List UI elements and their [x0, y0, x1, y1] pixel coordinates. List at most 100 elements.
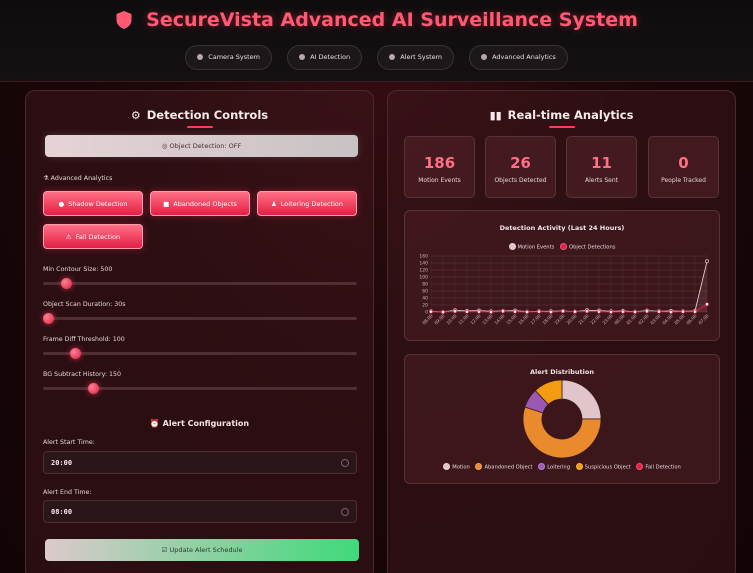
shadow-detection-button[interactable]: ● Shadow Detection	[43, 191, 143, 216]
stat-label: Objects Detected	[494, 177, 547, 184]
data-point	[429, 309, 433, 314]
feature-label: Abandoned Objects	[173, 200, 237, 208]
nav-dot-icon	[389, 53, 396, 60]
x-tick-label: 23:00	[601, 313, 614, 326]
legend-swatch	[475, 463, 483, 470]
alert-distribution-chart: Alert Distribution Motion Abandoned Obje…	[404, 354, 720, 484]
x-tick-label: 20:00	[565, 313, 578, 326]
data-point	[513, 309, 517, 314]
feature-label: Shadow Detection	[68, 200, 128, 208]
nav-label: Alert System	[400, 53, 442, 61]
time-value: 20:00	[51, 459, 73, 467]
clock-icon[interactable]	[341, 508, 349, 516]
detection-controls-panel: ⚙ Detection Controls ◎ Object Detection: …	[25, 90, 374, 573]
y-tick-label: 140	[419, 261, 428, 267]
nav-camera-system[interactable]: Camera System	[185, 45, 273, 70]
legend-item[interactable]: Abandoned Object	[475, 463, 533, 471]
realtime-analytics-panel: ▮▮ Real-time Analytics 186 Motion Events 2…	[387, 90, 736, 573]
legend-swatch	[575, 463, 583, 470]
data-point	[525, 310, 529, 314]
data-point	[633, 310, 637, 314]
legend-label: Suspicious Object	[584, 464, 631, 471]
nav-label: Camera System	[208, 53, 261, 61]
nav-dot-icon	[299, 53, 306, 60]
x-tick-label: 01:00	[625, 313, 638, 326]
slider-thumb[interactable]	[70, 348, 82, 359]
object-detection-toggle-button[interactable]: ◎ Object Detection: OFF	[45, 135, 358, 157]
bg-history-slider[interactable]	[43, 383, 357, 394]
nav-alert-system[interactable]: Alert System	[377, 45, 454, 70]
alert-end-time-input[interactable]: 08:00	[43, 500, 357, 523]
data-point	[453, 309, 457, 314]
x-tick-label: 22:00	[589, 313, 602, 326]
clock-icon[interactable]	[341, 459, 349, 467]
data-point	[477, 309, 481, 314]
y-tick-label: 120	[419, 268, 428, 274]
nav-ai-detection[interactable]: AI Detection	[287, 45, 363, 70]
alert-start-label: Alert Start Time:	[43, 439, 95, 446]
fall-detection-button[interactable]: ⚠ Fall Detection	[43, 224, 143, 249]
panel-title: Detection Controls	[146, 108, 269, 122]
legend-item[interactable]: Motion	[443, 463, 470, 471]
legend-item[interactable]: Suspicious Object	[575, 463, 631, 471]
frame-diff-slider[interactable]	[43, 348, 357, 359]
update-alert-schedule-button[interactable]: ☑ Update Alert Schedule	[45, 539, 359, 561]
data-point	[561, 309, 565, 314]
app-title: SecureVista Advanced AI Surveillance Sys…	[146, 9, 638, 31]
nav-dot-icon	[197, 53, 204, 60]
x-tick-label: 07:00	[697, 313, 710, 326]
loitering-detection-button[interactable]: ♟ Loitering Detection	[257, 191, 357, 216]
legend-item[interactable]: Loitering	[538, 463, 570, 471]
panel-title: Real-time Analytics	[507, 108, 634, 122]
alarm-icon: ⚠	[65, 233, 72, 241]
person-icon: ♟	[270, 200, 277, 208]
nav-label: AI Detection	[310, 53, 351, 61]
alert-start-time-input[interactable]: 20:00	[43, 451, 357, 474]
y-tick-label: 20	[422, 303, 428, 309]
y-tick-label: 60	[422, 289, 428, 295]
series-line	[430, 261, 708, 313]
abandoned-objects-button[interactable]: ■ Abandoned Objects	[150, 191, 250, 216]
heading-underline	[548, 126, 575, 128]
y-tick-label: 100	[419, 275, 428, 281]
top-nav: Camera System AI Detection Alert System …	[0, 44, 753, 70]
slider-thumb[interactable]	[88, 383, 100, 394]
data-point	[693, 309, 697, 314]
slider-thumb[interactable]	[61, 278, 73, 289]
min-contour-slider[interactable]	[43, 278, 357, 289]
stat-card-people: 0 People Tracked	[648, 136, 719, 198]
data-point	[705, 302, 709, 307]
slider-label-scan-duration: Object Scan Duration: 30s	[43, 301, 126, 308]
series-area	[431, 261, 707, 312]
stat-label: Alerts Sent	[585, 177, 618, 184]
slider-label-bg-history: BG Subtract History: 150	[43, 371, 122, 378]
slider-thumb[interactable]	[43, 313, 54, 324]
time-value: 08:00	[51, 508, 73, 516]
x-tick-label: 03:00	[649, 313, 662, 326]
y-tick-label: 80	[422, 282, 428, 288]
advanced-analytics-label: ⚗ Advanced Analytics	[43, 175, 112, 182]
data-point	[645, 309, 649, 314]
package-icon: ■	[163, 200, 170, 208]
stat-value: 26	[510, 154, 531, 172]
alarm-clock-icon: ⏰	[149, 419, 163, 428]
x-tick-label: 19:00	[553, 313, 566, 326]
update-label: Update Alert Schedule	[169, 546, 243, 554]
x-tick-label: 18:00	[541, 313, 554, 326]
slider-label-contour: Min Contour Size: 500	[43, 266, 113, 273]
data-point	[465, 309, 469, 314]
data-point	[441, 310, 445, 314]
data-point	[621, 309, 625, 314]
legend-label: Abandoned Object	[484, 464, 533, 471]
stat-card-alerts: 11 Alerts Sent	[566, 136, 637, 198]
data-point	[573, 309, 577, 314]
x-tick-label: 08:00	[421, 313, 434, 326]
x-tick-label: 05:00	[673, 313, 686, 326]
pie-legend: Motion Abandoned Object Loitering Suspic…	[405, 463, 719, 471]
x-tick-label: 11:00	[457, 313, 470, 326]
heading-underline	[186, 126, 213, 128]
object-detection-label: Object Detection: OFF	[169, 142, 242, 150]
nav-advanced-analytics[interactable]: Advanced Analytics	[469, 45, 568, 70]
scan-duration-slider[interactable]	[43, 313, 357, 324]
legend-item[interactable]: Fall Detection	[636, 463, 681, 471]
